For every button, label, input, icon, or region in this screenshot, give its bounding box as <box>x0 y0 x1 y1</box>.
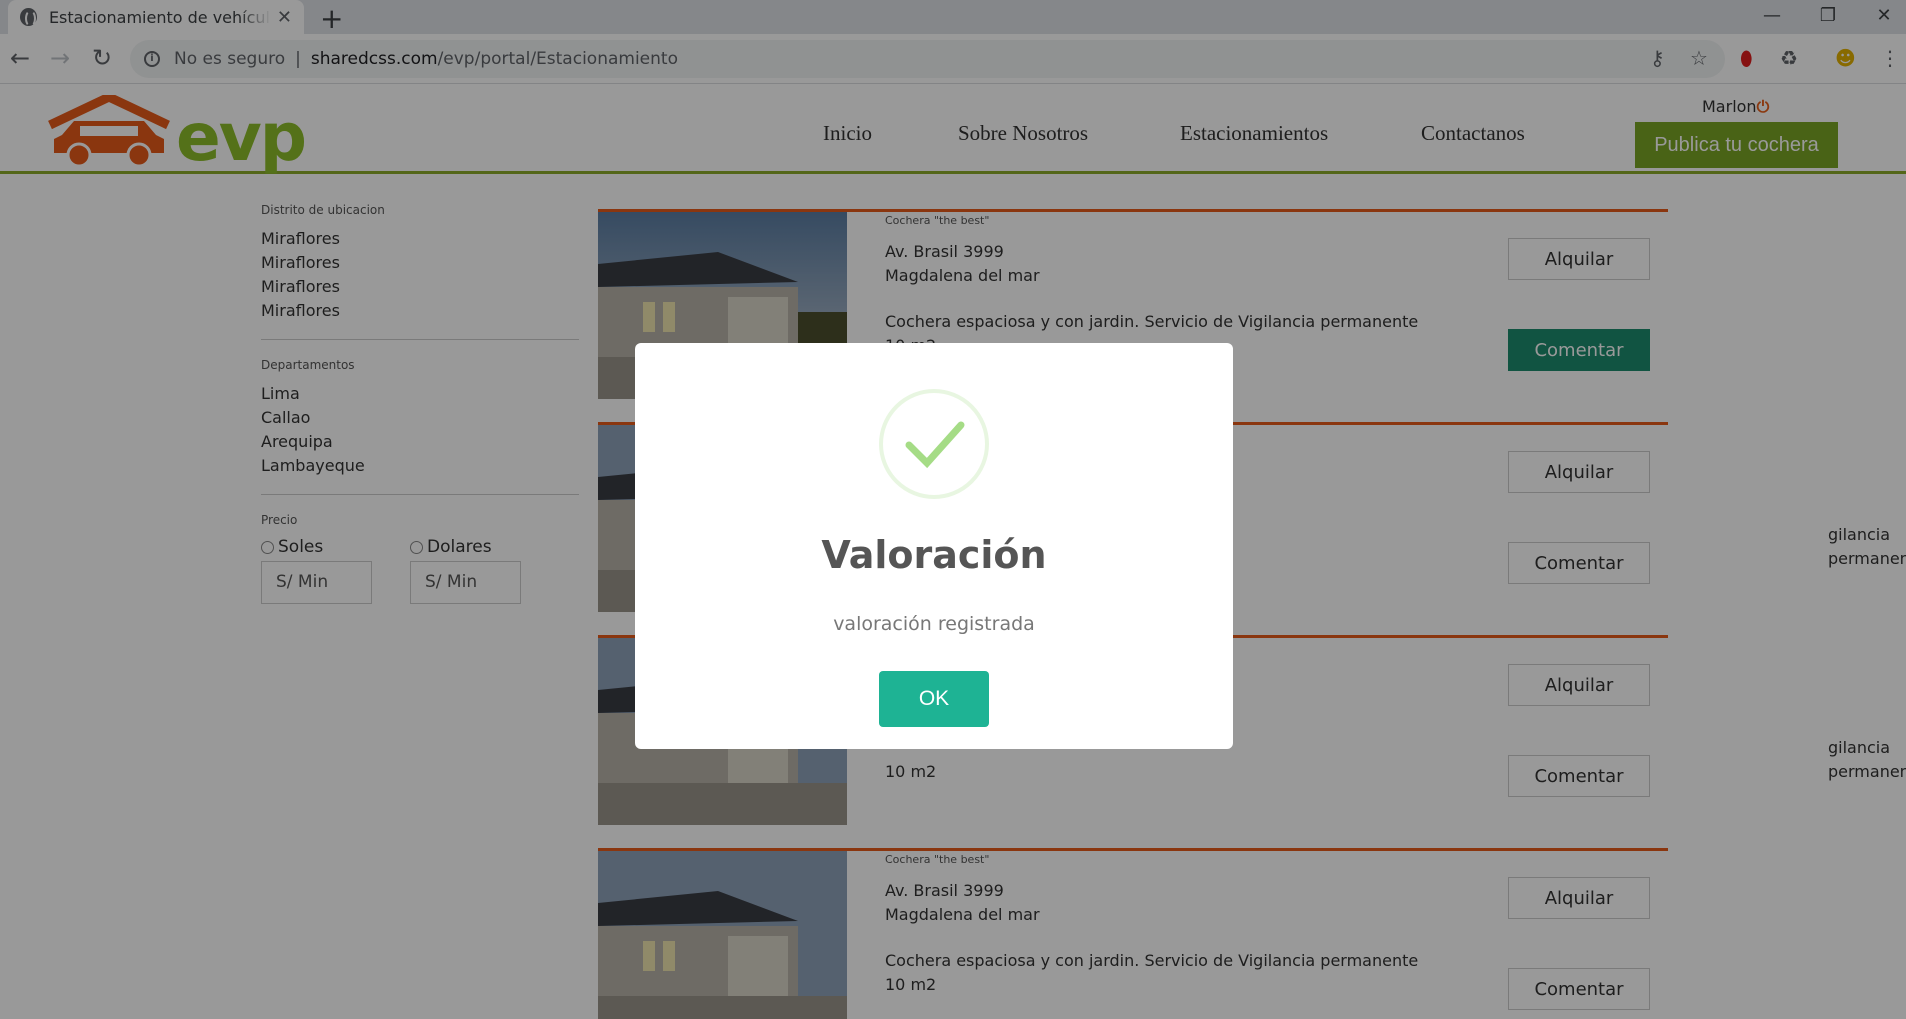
modal-text: valoración registrada <box>833 613 1035 635</box>
success-modal: Valoración valoración registrada OK <box>635 343 1233 749</box>
modal-title: Valoración <box>821 533 1047 577</box>
success-check-icon <box>879 389 989 499</box>
ok-button[interactable]: OK <box>879 671 989 727</box>
